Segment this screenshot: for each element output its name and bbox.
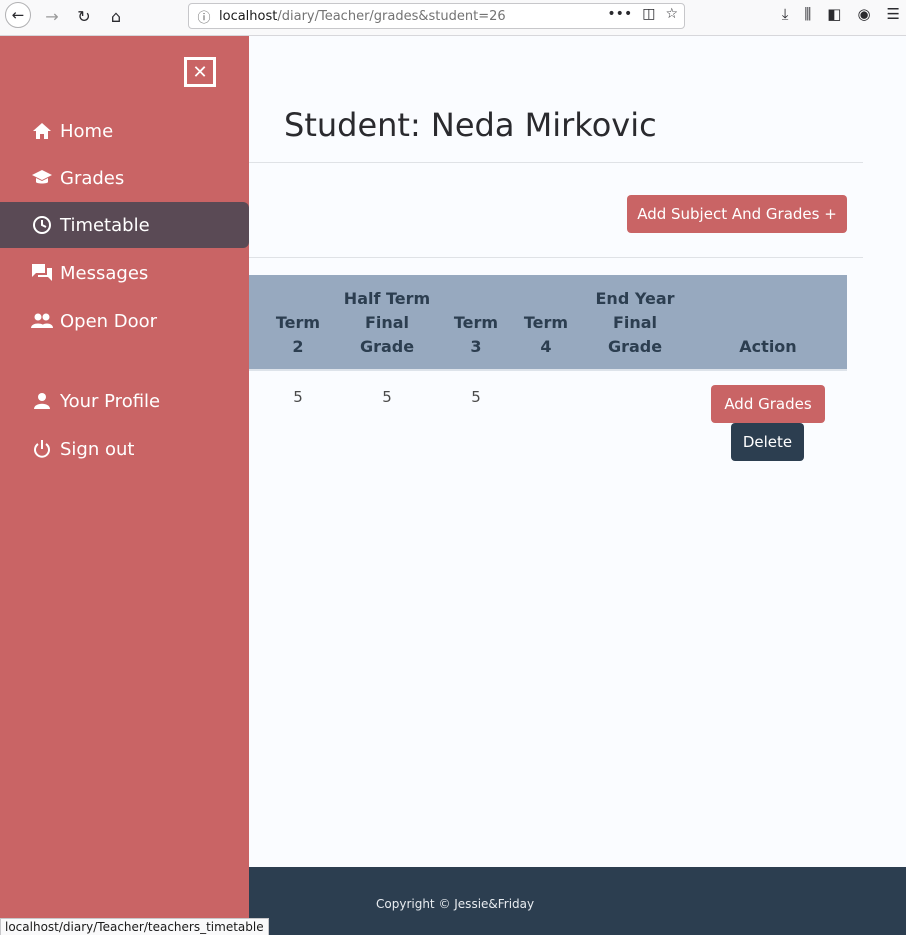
sidebar-item-grades[interactable]: Grades: [0, 155, 249, 201]
page-title: Student: Neda Mirkovic: [284, 106, 657, 144]
page-actions-icon[interactable]: •••: [607, 6, 632, 22]
add-subject-button[interactable]: Add Subject And Grades +: [627, 195, 847, 233]
sidebar: ✕ Home Grades Timetable Messages Open Do…: [0, 36, 249, 935]
th-end-year: End Year Final Grade: [595, 289, 675, 356]
sidebar-item-home[interactable]: Home: [0, 108, 249, 154]
footer: Copyright © Jessie&Friday: [249, 867, 906, 935]
sidebar-item-label: Open Door: [60, 310, 158, 332]
forward-icon[interactable]: →: [38, 4, 66, 28]
sidebar-item-label: Sign out: [60, 438, 135, 460]
power-icon: [31, 439, 53, 459]
sidebar-toggle-icon[interactable]: ◧: [827, 5, 841, 23]
close-icon: ✕: [192, 61, 208, 83]
cell-term2: 5: [293, 388, 303, 406]
clock-icon: [31, 215, 53, 235]
divider: [249, 257, 863, 258]
chat-icon: [31, 263, 53, 283]
cell-term3: 5: [471, 388, 481, 406]
library-icon[interactable]: ⫼: [804, 5, 811, 23]
browser-toolbar: ← → ↻ ⌂ ⓘ localhost/diary/Teacher/grades…: [0, 0, 906, 36]
info-icon[interactable]: ⓘ: [189, 7, 219, 26]
main-content: Student: Neda Mirkovic Add Subject And G…: [249, 36, 906, 867]
sidebar-item-messages[interactable]: Messages: [0, 250, 249, 296]
th-term3: Term 3: [453, 313, 499, 356]
sidebar-item-timetable[interactable]: Timetable: [0, 202, 249, 248]
url-bar[interactable]: ⓘ localhost/diary/Teacher/grades&student…: [188, 3, 685, 29]
url-host: localhost: [219, 8, 278, 24]
account-icon[interactable]: ◉: [857, 5, 870, 23]
home-icon: [31, 122, 53, 140]
th-action: Action: [739, 337, 797, 356]
sidebar-item-your-profile[interactable]: Your Profile: [0, 378, 249, 424]
sidebar-item-sign-out[interactable]: Sign out: [0, 426, 249, 472]
sidebar-item-label: Your Profile: [60, 390, 161, 412]
sidebar-item-label: Grades: [60, 167, 125, 189]
menu-icon[interactable]: ☰: [887, 5, 900, 23]
bookmark-star-icon[interactable]: ☆: [665, 6, 678, 22]
user-icon: [31, 392, 53, 410]
cell-half-term: 5: [382, 388, 392, 406]
back-icon[interactable]: ←: [5, 2, 31, 28]
download-icon[interactable]: ⤓: [782, 5, 789, 23]
sidebar-item-label: Messages: [60, 262, 149, 284]
th-half-term: Half Term Final Grade: [343, 289, 431, 356]
reload-icon[interactable]: ↻: [70, 4, 98, 28]
sidebar-item-open-door[interactable]: Open Door: [0, 298, 249, 344]
people-icon: [31, 313, 53, 329]
url-path: /diary/Teacher/grades&student=26: [277, 8, 506, 24]
home-browser-icon[interactable]: ⌂: [102, 4, 130, 28]
sidebar-item-label: Home: [60, 120, 114, 142]
copyright-text: Copyright © Jessie&Friday: [376, 897, 535, 911]
delete-button[interactable]: Delete: [731, 423, 804, 461]
status-bar-url: localhost/diary/Teacher/teachers_timetab…: [0, 918, 269, 935]
pocket-icon[interactable]: ◫: [642, 6, 655, 22]
sidebar-item-label: Timetable: [60, 214, 150, 236]
add-grades-button[interactable]: Add Grades: [711, 385, 825, 423]
divider: [249, 162, 863, 163]
table-header: Term 2 Half Term Final Grade Term 3 Term…: [249, 275, 847, 371]
th-term4: Term 4: [523, 313, 569, 356]
close-sidebar-button[interactable]: ✕: [184, 57, 216, 87]
graduation-cap-icon: [31, 169, 53, 187]
th-term2: Term 2: [275, 313, 321, 356]
